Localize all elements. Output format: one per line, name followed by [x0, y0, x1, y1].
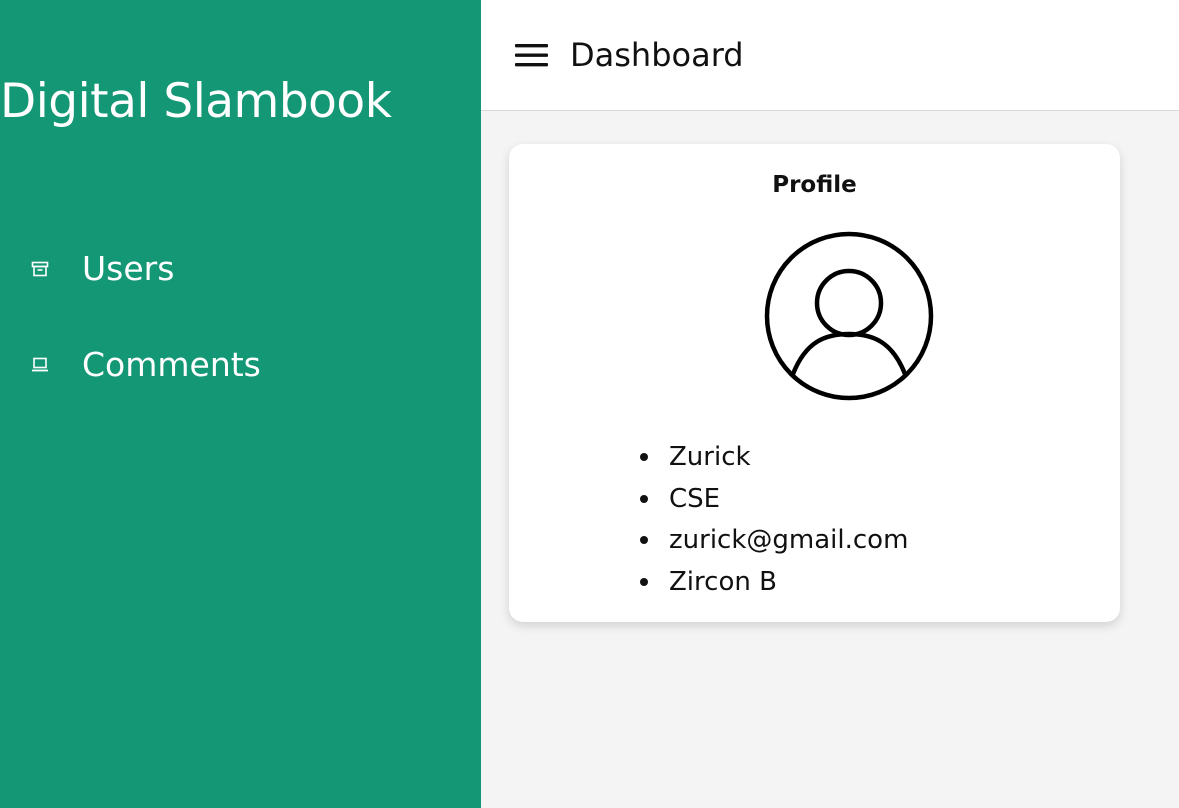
brand-title: Digital Slambook: [0, 74, 392, 129]
laptop-icon: [30, 355, 50, 375]
top-bar: Dashboard: [481, 0, 1179, 111]
sidebar: Digital Slambook Users Comments: [0, 0, 481, 808]
profile-detail-email: zurick@gmail.com: [640, 520, 908, 562]
sidebar-item-label: Users: [82, 249, 175, 288]
bullet: [640, 453, 648, 461]
bullet: [640, 536, 648, 544]
app-root: Digital Slambook Users Comments Dashboar…: [0, 0, 1179, 808]
profile-card: Profile Zurick CSE zurick@gmail.com Zirc…: [509, 144, 1120, 622]
user-circle-icon: [764, 231, 934, 401]
bullet: [640, 494, 648, 503]
page-title: Dashboard: [570, 36, 744, 74]
profile-details-list: Zurick CSE zurick@gmail.com Zircon B: [640, 437, 908, 604]
profile-detail-hostel: Zircon B: [640, 562, 908, 604]
profile-detail-name: Zurick: [640, 437, 908, 479]
archive-icon: [30, 259, 50, 279]
profile-detail-department: CSE: [640, 479, 908, 521]
sidebar-item-label: Comments: [82, 345, 261, 384]
sidebar-item-comments[interactable]: Comments: [30, 343, 261, 387]
profile-card-title: Profile: [772, 172, 857, 198]
hamburger-menu-icon[interactable]: [515, 38, 549, 72]
sidebar-item-users[interactable]: Users: [30, 247, 174, 291]
bullet: [640, 577, 648, 586]
